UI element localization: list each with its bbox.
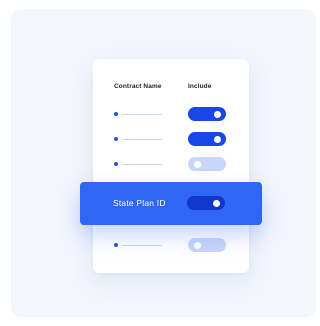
- include-toggle[interactable]: [188, 132, 226, 146]
- toggle-knob: [213, 199, 220, 207]
- placeholder-name-line: [122, 138, 162, 140]
- column-header-contract-name: Contract Name: [114, 83, 162, 90]
- bullet-icon: [114, 162, 118, 166]
- placeholder-name-line: [122, 244, 162, 246]
- table-row: [93, 157, 249, 171]
- bullet-icon: [114, 112, 118, 116]
- toggle-knob: [214, 135, 221, 143]
- table-row: [93, 132, 249, 146]
- toggle-knob: [194, 160, 201, 168]
- column-header-include: Include: [188, 83, 212, 90]
- highlighted-row-state-plan-id[interactable]: State Plan ID: [80, 182, 262, 225]
- include-toggle[interactable]: [188, 107, 226, 121]
- include-toggle[interactable]: [188, 238, 226, 252]
- bullet-icon: [114, 137, 118, 141]
- table-row: [93, 238, 249, 252]
- bullet-icon: [114, 243, 118, 247]
- placeholder-name-line: [122, 113, 162, 115]
- table-row: [93, 107, 249, 121]
- highlighted-row-label: State Plan ID: [113, 198, 166, 208]
- toggle-knob: [194, 241, 201, 249]
- include-toggle[interactable]: [188, 157, 226, 171]
- placeholder-name-line: [122, 163, 162, 165]
- toggle-knob: [214, 110, 221, 118]
- state-plan-id-include-toggle[interactable]: [187, 196, 225, 210]
